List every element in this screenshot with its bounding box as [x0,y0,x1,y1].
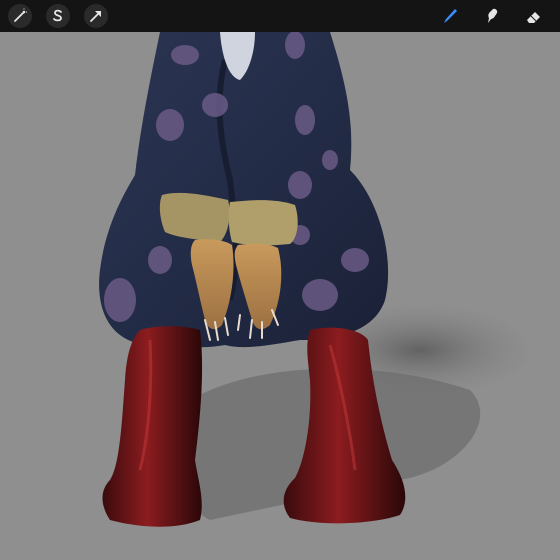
arrow-cursor-icon [90,11,101,22]
selection-button[interactable] [46,4,70,28]
brush-button[interactable] [438,4,462,28]
top-toolbar [0,0,560,32]
adjustments-button[interactable] [8,4,32,28]
transform-button[interactable] [84,4,108,28]
character-painting [0,32,560,560]
eraser-icon [527,12,540,23]
smudge-finger-icon [488,8,498,23]
right-tool-group [438,4,546,28]
eraser-button[interactable] [522,4,546,28]
drawing-canvas[interactable] [0,32,560,560]
smudge-button[interactable] [480,4,504,28]
selection-s-icon [53,9,62,22]
brush-icon [444,9,457,23]
magic-wand-icon [14,8,27,22]
left-tool-group [8,4,108,28]
fur-cuff-right [228,200,298,246]
